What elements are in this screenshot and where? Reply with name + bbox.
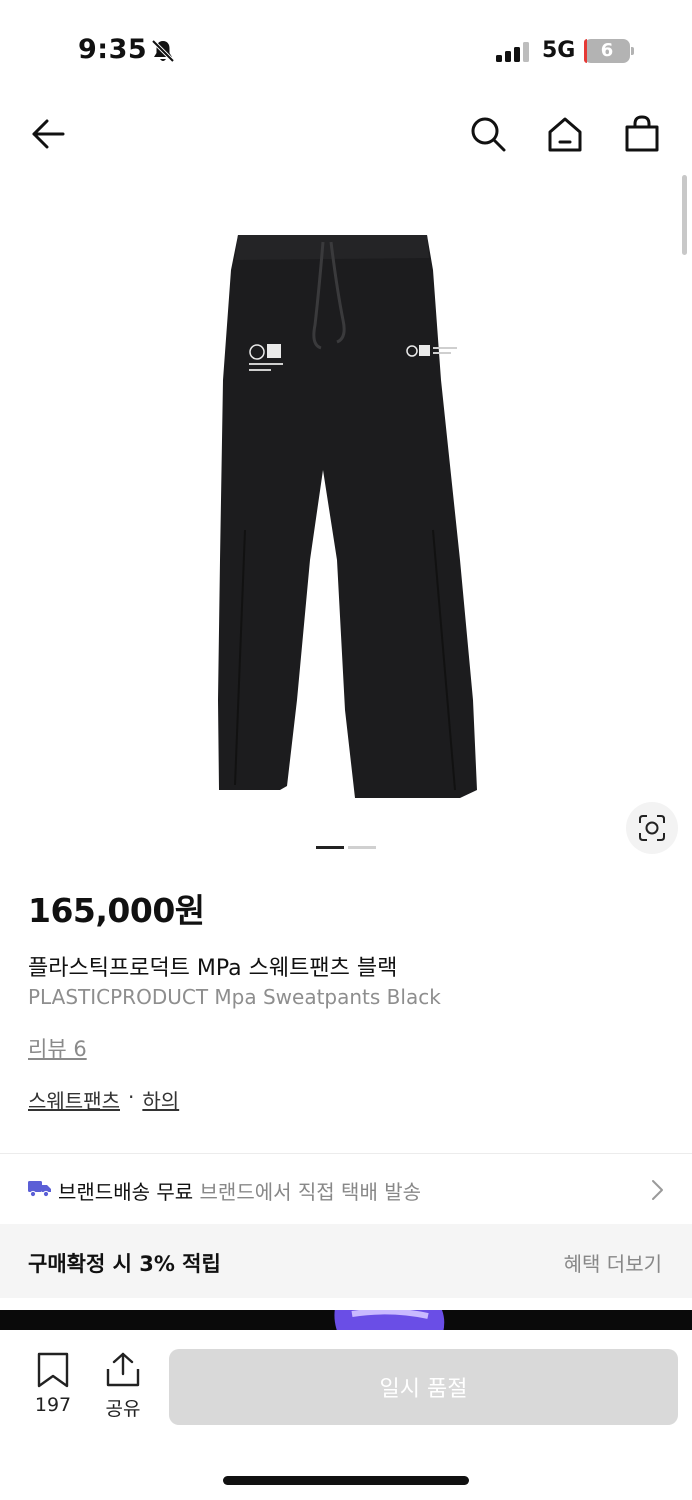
sold-out-button[interactable]: 일시 품절 (169, 1349, 678, 1425)
home-icon (548, 117, 582, 152)
truck-icon (28, 1181, 51, 1197)
category-separator: · (128, 1085, 135, 1109)
home-indicator (223, 1476, 469, 1485)
cart-button[interactable] (620, 112, 664, 156)
benefit-more-link[interactable]: 혜택 더보기 (564, 1248, 662, 1277)
benefit-title: 구매확정 시 3% 적립 (28, 1252, 221, 1276)
status-bar: 9:35 5G 6 (0, 0, 692, 100)
home-button[interactable] (543, 112, 587, 156)
review-link[interactable]: 리뷰 6 (28, 1033, 87, 1063)
product-photo[interactable] (205, 230, 495, 810)
product-image-gallery[interactable] (0, 175, 692, 860)
bell-slash-icon (151, 39, 175, 63)
shopping-bag-icon (625, 115, 659, 152)
chevron-right-icon (652, 1180, 663, 1200)
pager-dot (316, 846, 344, 849)
signal-icon (496, 42, 529, 62)
share-button[interactable]: 공유 (98, 1352, 148, 1420)
battery-percentage: 6 (600, 40, 614, 61)
visual-search-button[interactable] (626, 802, 678, 854)
back-button[interactable] (26, 112, 70, 156)
category-link-sweatpants[interactable]: 스웨트팬츠 (28, 1085, 120, 1114)
shipping-detail: 브랜드에서 직접 택배 발송 (199, 1180, 422, 1204)
scroll-indicator[interactable] (682, 175, 687, 255)
bookmark-button[interactable]: 197 (28, 1352, 78, 1420)
image-pager (316, 846, 378, 850)
back-arrow-icon (32, 119, 65, 149)
bookmark-icon (37, 1352, 69, 1388)
search-icon (471, 117, 506, 152)
bottom-action-bar: 197 공유 일시 품절 (0, 1330, 692, 1500)
section-divider (0, 1153, 692, 1154)
pager-dot (348, 846, 376, 849)
battery-indicator: 6 (584, 39, 634, 63)
category-breadcrumb: 스웨트팬츠 · 하의 (28, 1085, 179, 1114)
category-link-bottoms[interactable]: 하의 (142, 1085, 179, 1114)
shipping-info-row[interactable]: 브랜드배송 무료 브랜드에서 직접 택배 발송 (0, 1155, 692, 1223)
search-button[interactable] (466, 112, 510, 156)
camera-scan-icon (639, 815, 665, 841)
share-icon (106, 1352, 140, 1387)
battery-cap (631, 47, 634, 55)
product-name-english: PLASTICPRODUCT Mpa Sweatpants Black (28, 985, 441, 1009)
product-name-korean: 플라스틱프로덕트 MPa 스웨트팬츠 블랙 (28, 956, 398, 981)
shipping-title: 브랜드배송 무료 (58, 1180, 194, 1204)
product-price: 165,000원 (28, 891, 205, 930)
status-time: 9:35 (78, 34, 148, 65)
network-label: 5G (542, 38, 576, 63)
bookmark-count: 197 (34, 1394, 72, 1416)
top-nav (0, 100, 692, 170)
share-label: 공유 (105, 1398, 141, 1420)
shipping-text: 브랜드배송 무료 브랜드에서 직접 택배 발송 (58, 1176, 421, 1205)
benefit-row: 구매확정 시 3% 적립 혜택 더보기 (0, 1224, 692, 1298)
